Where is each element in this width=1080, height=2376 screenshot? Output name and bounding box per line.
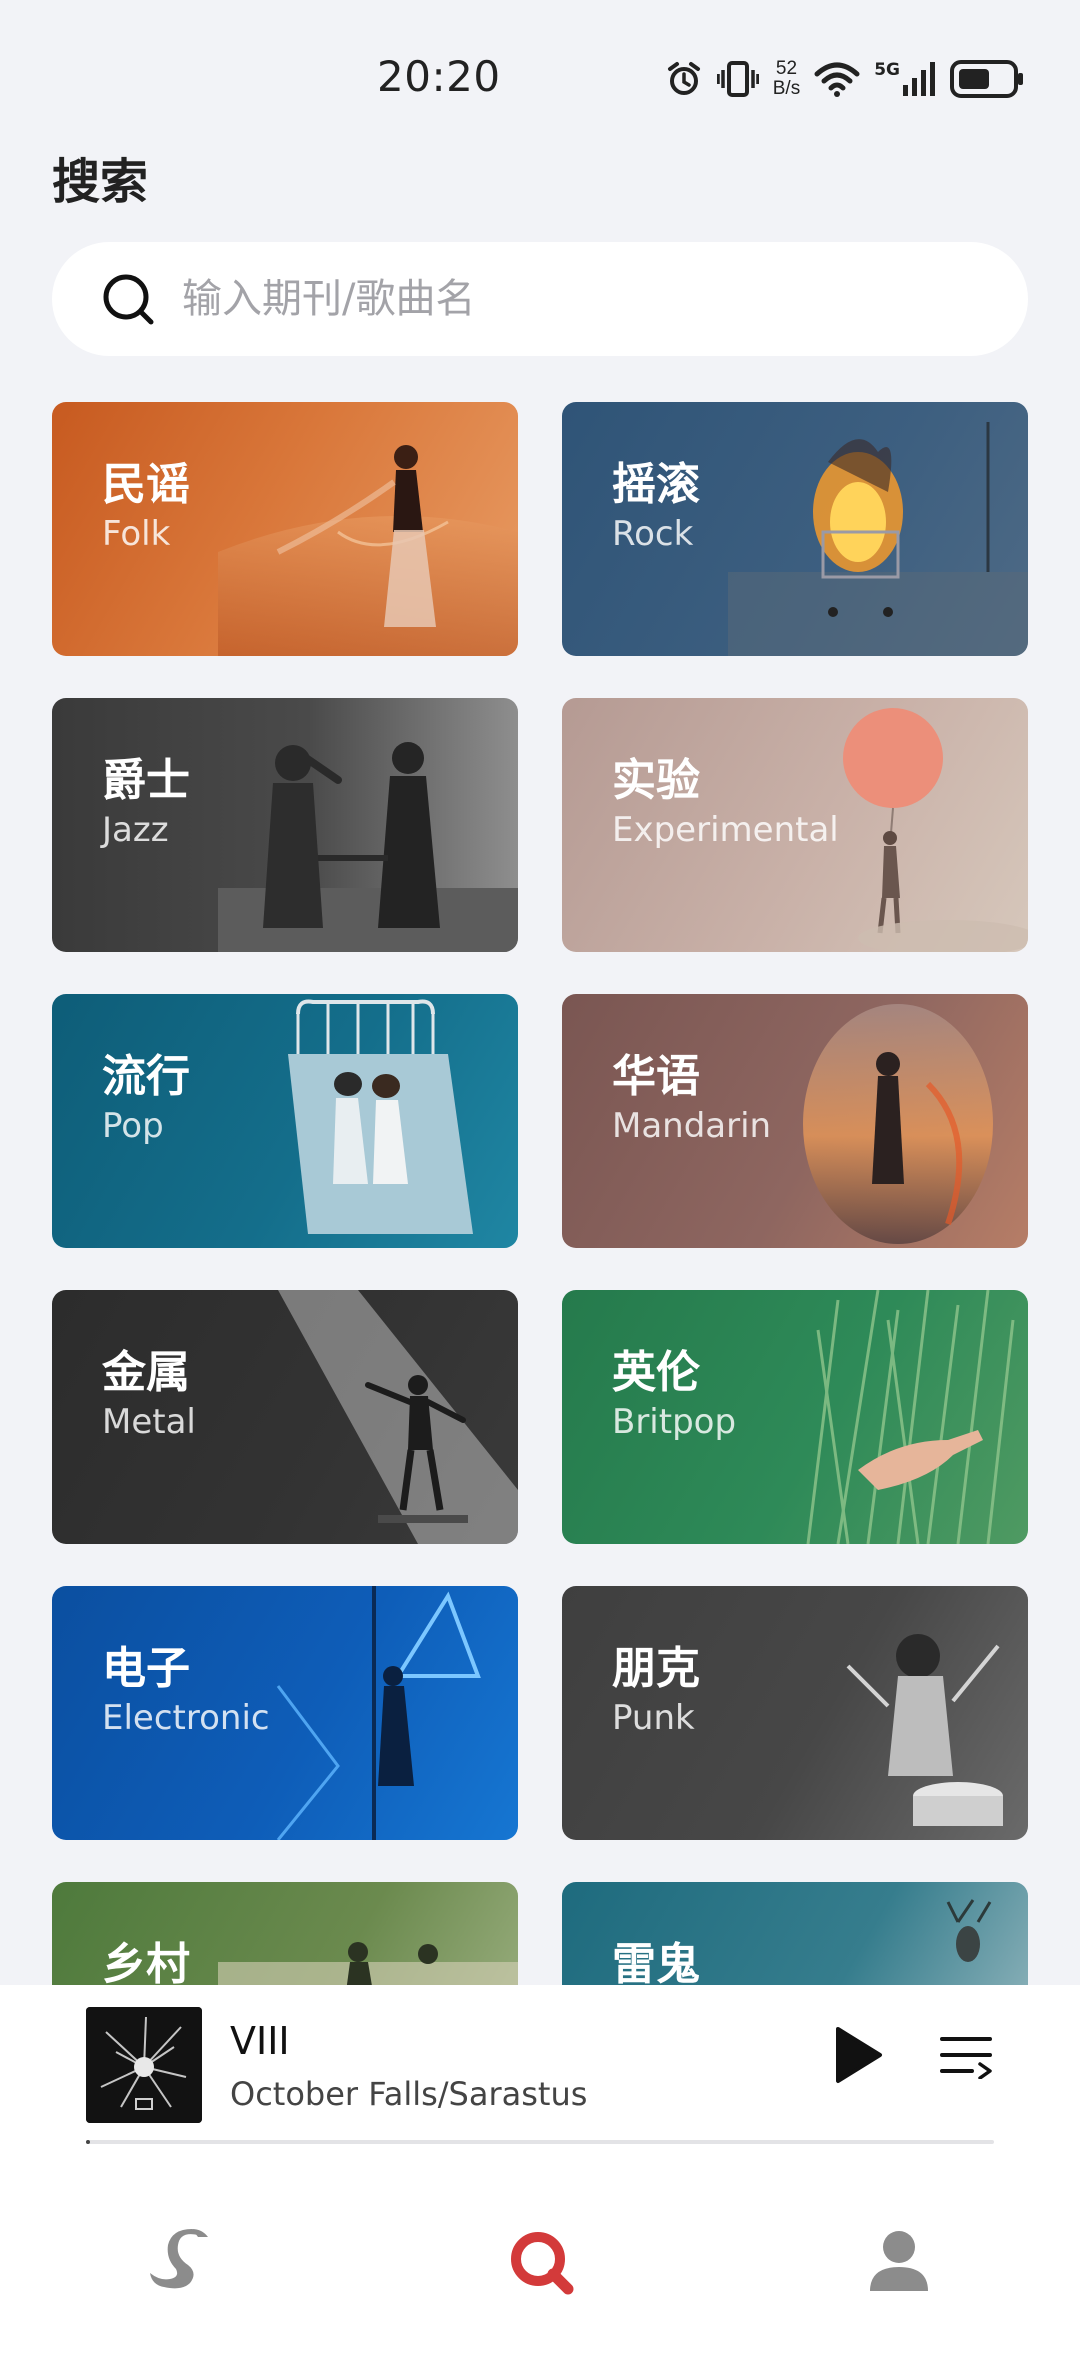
page-title: 搜索 [52,154,149,210]
genre-label-cn: 金属 [102,1347,190,1398]
genre-label-cn: 民谣 [102,459,190,510]
genre-label-en: Electronic [102,1698,270,1738]
genre-label-en: Jazz [102,810,169,850]
genre-image [218,742,518,952]
genre-image [806,1290,1015,1544]
track-artist: October Falls/Sarastus [230,2075,588,2113]
genre-label-cn: 爵士 [102,755,190,806]
genre-label-en: Mandarin [612,1106,772,1146]
genre-label-en: Experimental [612,810,839,850]
search-input[interactable] [182,276,962,322]
genre-image [278,1290,518,1544]
network-type: 5G [874,60,900,80]
playlist-icon[interactable] [940,2031,992,2079]
genre-label-en: Rock [612,514,694,554]
genre-image [728,422,1028,656]
genre-label-cn: 实验 [612,755,700,806]
status-icons: 52 B/s 5G [665,56,1024,102]
genre-label-en: Punk [612,1698,695,1738]
genre-image [846,1634,1003,1826]
genre-card-country[interactable]: 乡村 [52,1882,518,1985]
genre-label-cn: 摇滚 [612,459,700,510]
signal-icon: 5G [874,61,936,97]
genre-label-cn: 朋克 [612,1643,700,1694]
playback-progress[interactable] [86,2140,994,2144]
genre-card-rock[interactable]: 摇滚 Rock [562,402,1028,656]
genre-card-electronic[interactable]: 电子 Electronic [52,1586,518,1840]
genre-image [288,999,473,1234]
genre-card-jazz[interactable]: 爵士 Jazz [52,698,518,952]
search-icon [103,274,154,325]
genre-label-cn: 英伦 [612,1347,700,1398]
genre-label-en: Metal [102,1402,196,1442]
genre-label-cn: 乡村 [102,1939,190,1985]
status-bar: 20:20 52 B/s 5G [0,0,1080,150]
genre-card-britpop[interactable]: 英伦 Britpop [562,1290,1028,1544]
playback-progress-fill [86,2140,90,2144]
genre-image [218,445,518,656]
genre-grid: 民谣 Folk 摇滚 Rock 爵士 Jazz 实验 Experimental … [0,400,1080,1985]
genre-image [218,1942,518,1985]
genre-label-cn: 雷鬼 [612,1939,700,1985]
search-bar[interactable] [52,242,1028,356]
swan-icon[interactable] [146,2227,216,2297]
genre-card-mandarin[interactable]: 华语 Mandarin [562,994,1028,1248]
genre-image [803,1004,993,1244]
genre-card-metal[interactable]: 金属 Metal [52,1290,518,1544]
alarm-icon [667,62,700,95]
track-title: VIII [230,2019,290,2063]
genre-card-experimental[interactable]: 实验 Experimental [562,698,1028,952]
net-speed-value: 52 [775,58,798,79]
genre-card-folk[interactable]: 民谣 Folk [52,402,518,656]
vibrate-icon [716,61,759,97]
genre-label-en: Folk [102,514,171,554]
album-cover[interactable] [86,2007,202,2123]
mini-player[interactable]: VIII October Falls/Sarastus [0,1985,1080,2145]
play-icon[interactable] [830,2025,886,2085]
genre-label-cn: 流行 [102,1051,190,1102]
genre-image [946,1899,992,1962]
genre-card-reggae[interactable]: 雷鬼 [562,1882,1028,1985]
genre-card-punk[interactable]: 朋克 Punk [562,1586,1028,1840]
battery-icon [950,60,1023,98]
wifi-icon [814,62,860,97]
bottom-nav [0,2145,1080,2376]
genre-label-cn: 电子 [102,1643,190,1694]
genre-card-pop[interactable]: 流行 Pop [52,994,518,1248]
status-time: 20:20 [377,52,501,101]
search-icon[interactable] [506,2227,576,2297]
genre-label-cn: 华语 [612,1051,700,1102]
genre-label-en: Britpop [612,1402,737,1442]
genre-label-en: Pop [102,1106,164,1146]
profile-icon[interactable] [864,2227,934,2297]
net-speed: 52 B/s [773,59,800,99]
net-speed-unit: B/s [772,78,801,99]
